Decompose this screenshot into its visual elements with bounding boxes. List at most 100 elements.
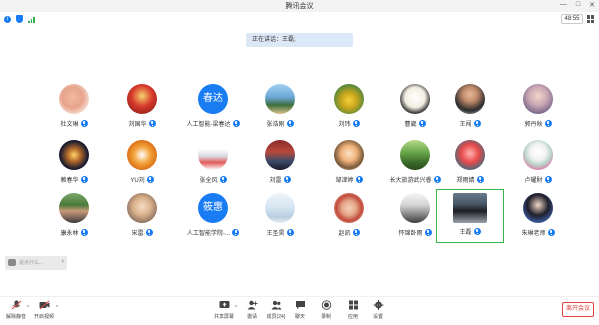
avatar-text: 春达 [203, 93, 223, 104]
mic-icon [148, 120, 156, 127]
participant-tile[interactable]: 赖春华 [40, 140, 108, 194]
mic-icon [352, 120, 360, 127]
mic-icon [476, 176, 484, 183]
mic-icon [473, 228, 481, 235]
mic-icon [232, 229, 239, 236]
settings-label: 设置 [372, 314, 383, 320]
shield-icon[interactable] [16, 15, 23, 23]
participant-tile[interactable]: 张浩刚 [246, 84, 314, 138]
participant-name: 人工智能学院-... [187, 231, 230, 237]
speaking-indicator: 正在讲话：王磊; [246, 33, 353, 47]
share-screen-icon [219, 301, 229, 308]
meeting-toolbar: 解除静音 ^ 开启视频 ^ 共享屏幕 ^ 邀请 成员(24) 聊天 录制 应用 … [0, 296, 599, 325]
participant-tile[interactable]: 王圣昊 [246, 193, 314, 247]
chevron-up-icon[interactable]: ^ [235, 305, 237, 311]
participant-name-row: 郭丹秋 [504, 119, 572, 128]
start-video-label: 开启视频 [33, 314, 54, 320]
minimize-icon[interactable]: — [560, 1, 567, 9]
mic-icon [424, 229, 432, 236]
unmute-button[interactable]: 解除静音 [2, 300, 30, 324]
participant-tile[interactable]: 邹津婷 [315, 140, 383, 194]
mic-icon [145, 229, 153, 236]
avatar: 筱惠 [198, 193, 228, 223]
mic-icon [286, 120, 294, 127]
participant-tile[interactable]: 筱惠人工智能学院-... [179, 193, 247, 247]
invite-icon [247, 300, 257, 310]
participant-name: 刘雷 [269, 178, 282, 184]
participant-tile[interactable]: 卢耀財 [504, 140, 572, 194]
mic-icon [286, 229, 294, 236]
participant-name-row: 刘国华 [108, 119, 176, 128]
mic-icon [352, 229, 360, 236]
record-label: 录制 [320, 314, 331, 320]
mic-icon [544, 176, 552, 183]
mic-icon [232, 120, 240, 127]
chat-button[interactable]: 聊天 [286, 300, 314, 324]
avatar [400, 193, 430, 223]
participant-tile[interactable]: 宋雷 [108, 193, 176, 247]
participant-tile[interactable]: 王闯 [436, 84, 504, 138]
participant-tile[interactable]: 朱琳老师 [504, 193, 572, 247]
record-icon [321, 300, 331, 310]
participant-tile[interactable]: 张全风 [179, 140, 247, 194]
participant-tile[interactable]: 刘雷 [246, 140, 314, 194]
participant-name: 赖春华 [60, 178, 79, 184]
participant-name: 郭丹秋 [524, 122, 543, 128]
participant-tile[interactable]: 刘国华 [108, 84, 176, 138]
apps-icon [348, 300, 358, 310]
chat-placeholder: 说点什么... [19, 260, 44, 266]
mic-icon [418, 120, 426, 127]
participant-name: 张浩刚 [266, 122, 285, 128]
leave-meeting-button[interactable]: 离开会议 [562, 302, 594, 317]
apps-button[interactable]: 应用 [339, 300, 367, 324]
grid-view-icon[interactable] [587, 15, 595, 23]
chevron-up-icon[interactable]: ^ [27, 305, 29, 311]
participant-name-row: 康永林 [40, 228, 108, 237]
participant-tile[interactable]: 康永林 [40, 193, 108, 247]
participant-name-row: 张全风 [179, 175, 247, 184]
participant-name-row: 张浩刚 [246, 119, 314, 128]
chat-bubble-icon [8, 259, 16, 266]
participant-name-row: 邹津婷 [315, 175, 383, 184]
signal-icon[interactable] [28, 16, 35, 23]
participant-name: 王闯 [459, 122, 472, 128]
participant-name: 康永林 [60, 231, 79, 237]
start-video-button[interactable]: 开启视频 [30, 300, 58, 324]
mic-icon [80, 176, 88, 183]
video-off-icon [39, 300, 49, 310]
participant-name-row: 杜文琳 [40, 119, 108, 128]
participant-tile[interactable]: 刘玮 [315, 84, 383, 138]
members-icon [271, 300, 281, 310]
mic-icon [80, 229, 88, 236]
avatar [334, 140, 364, 170]
avatar [455, 84, 485, 114]
record-button[interactable]: 录制 [312, 300, 340, 324]
avatar [523, 193, 553, 223]
share-screen-button[interactable]: 共享屏幕 [210, 300, 238, 324]
chat-input[interactable]: 说点什么... ‹ [5, 256, 67, 270]
participant-tile[interactable]: YU刘 [108, 140, 176, 194]
mic-icon [544, 120, 552, 127]
participant-tile[interactable]: 春达人工智能-梁春达 [179, 84, 247, 138]
meeting-timer: 48:55 [561, 14, 583, 24]
participant-tile[interactable]: 赵凯 [315, 193, 383, 247]
chevron-up-icon[interactable]: ^ [56, 305, 58, 311]
participant-tile[interactable]: 杜文琳 [40, 84, 108, 138]
settings-icon [373, 300, 383, 310]
settings-button[interactable]: 设置 [364, 300, 392, 324]
chevron-left-icon[interactable]: ‹ [62, 258, 64, 265]
participant-tile[interactable]: 郑雨婧 [436, 140, 504, 194]
status-row: i 48:55 [0, 12, 599, 26]
participant-tile[interactable]: 郭丹秋 [504, 84, 572, 138]
avatar [400, 140, 430, 170]
participant-name-row: 王闯 [436, 119, 504, 128]
title-bar: 腾讯会议 — □ ✕ [0, 0, 599, 12]
participant-tile-active[interactable]: 王磊 [436, 189, 504, 243]
participant-name: 人工智能-梁春达 [186, 122, 231, 128]
close-icon[interactable]: ✕ [589, 1, 595, 9]
maximize-icon[interactable]: □ [576, 1, 580, 9]
participant-name-row: 郑雨婧 [436, 175, 504, 184]
participant-name: YU刘 [130, 178, 145, 184]
mic-icon [547, 229, 555, 236]
info-icon[interactable]: i [4, 15, 11, 23]
